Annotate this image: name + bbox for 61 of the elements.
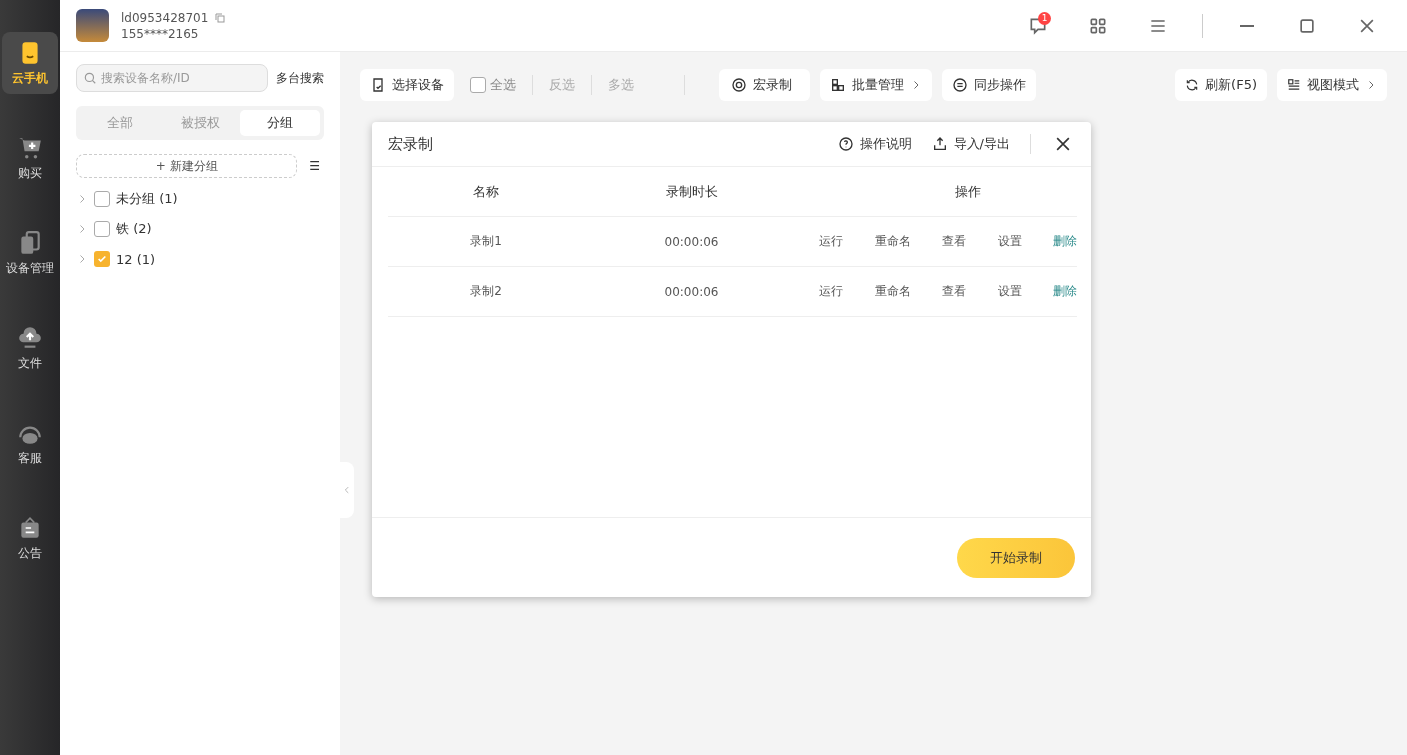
column-header: 操作 [954,182,982,201]
account-phone: 155****2165 [121,26,200,41]
group-label[interactable]: 未分组 (1) [116,190,178,208]
select-device-button[interactable]: 选择设备 [360,69,454,101]
multi-search-link[interactable]: 多台搜索 [276,69,324,87]
nav-item[interactable]: 云手机 [2,32,58,94]
blocks-icon [830,77,846,93]
action-link[interactable]: 运行 [819,283,843,300]
tab[interactable]: 分组 [240,110,320,136]
nav-item[interactable]: 文件 [2,317,58,379]
action-link[interactable]: 运行 [819,233,843,250]
macro-record-button[interactable]: 宏录制 [719,69,810,101]
table-cell-text: 00:00:06 [663,234,720,249]
action-link[interactable]: 查看 [942,233,966,250]
view-mode-button[interactable]: 视图模式 [1277,69,1387,101]
sort-button[interactable]: ☰ [305,159,324,173]
action-link[interactable]: 设置 [997,283,1022,300]
record-icon [731,77,747,93]
checkbox[interactable] [94,191,110,207]
checkbox[interactable] [94,251,110,267]
check-icon [97,254,107,264]
collapse-handle[interactable] [340,462,354,518]
action-link[interactable]: 删除 [1053,233,1077,250]
sync-icon [952,77,968,93]
upload-icon [931,136,948,152]
search-icon [83,71,97,85]
sync-operation-button[interactable]: 同步操作 [942,69,1036,101]
list-view-icon [1287,78,1301,92]
device-check-icon [370,77,386,93]
notification-badge: 1 [1038,11,1051,25]
refresh-button[interactable]: 刷新(F5) [1175,69,1267,101]
action-link[interactable]: 重命名 [874,283,911,300]
table-cell-text: 录制1 [469,233,503,250]
batch-manage-button[interactable]: 批量管理 [820,69,932,101]
nav-item[interactable]: 客服 [2,412,58,474]
avatar [76,9,109,42]
group-label[interactable]: 12 (1) [116,251,156,267]
checkbox[interactable] [94,221,110,237]
refresh-icon [1185,78,1200,92]
action-link[interactable]: 重命名 [874,233,911,250]
action-link[interactable]: 设置 [997,233,1022,250]
action-link[interactable]: 删除 [1053,283,1077,300]
table-cell-text: 00:00:06 [663,284,720,299]
chevron-left-icon [342,485,352,495]
cloud-upload-icon [17,324,43,351]
column-header: 录制时长 [664,182,719,201]
account-id: ld0953428701 [121,10,209,25]
action-link[interactable]: 查看 [942,283,966,300]
minimize-icon [1240,24,1254,27]
table-cell-text: 录制2 [469,283,503,300]
nav-item[interactable]: 设备管理 [2,222,58,284]
nav-item[interactable]: 购买 [2,127,58,189]
search-field[interactable]: 搜索设备名称/ID [76,64,268,92]
copy-icon [214,11,227,24]
new-group-button[interactable]: + 新建分组 [76,154,298,178]
group-label[interactable]: 铁 (2) [116,220,152,238]
dialog-title: 宏录制 [388,134,434,154]
nav-item[interactable]: 公告 [2,507,58,569]
help-icon [837,136,854,152]
column-header: 名称 [472,182,500,201]
start-recording-button[interactable]: 开始录制 [957,537,1075,578]
